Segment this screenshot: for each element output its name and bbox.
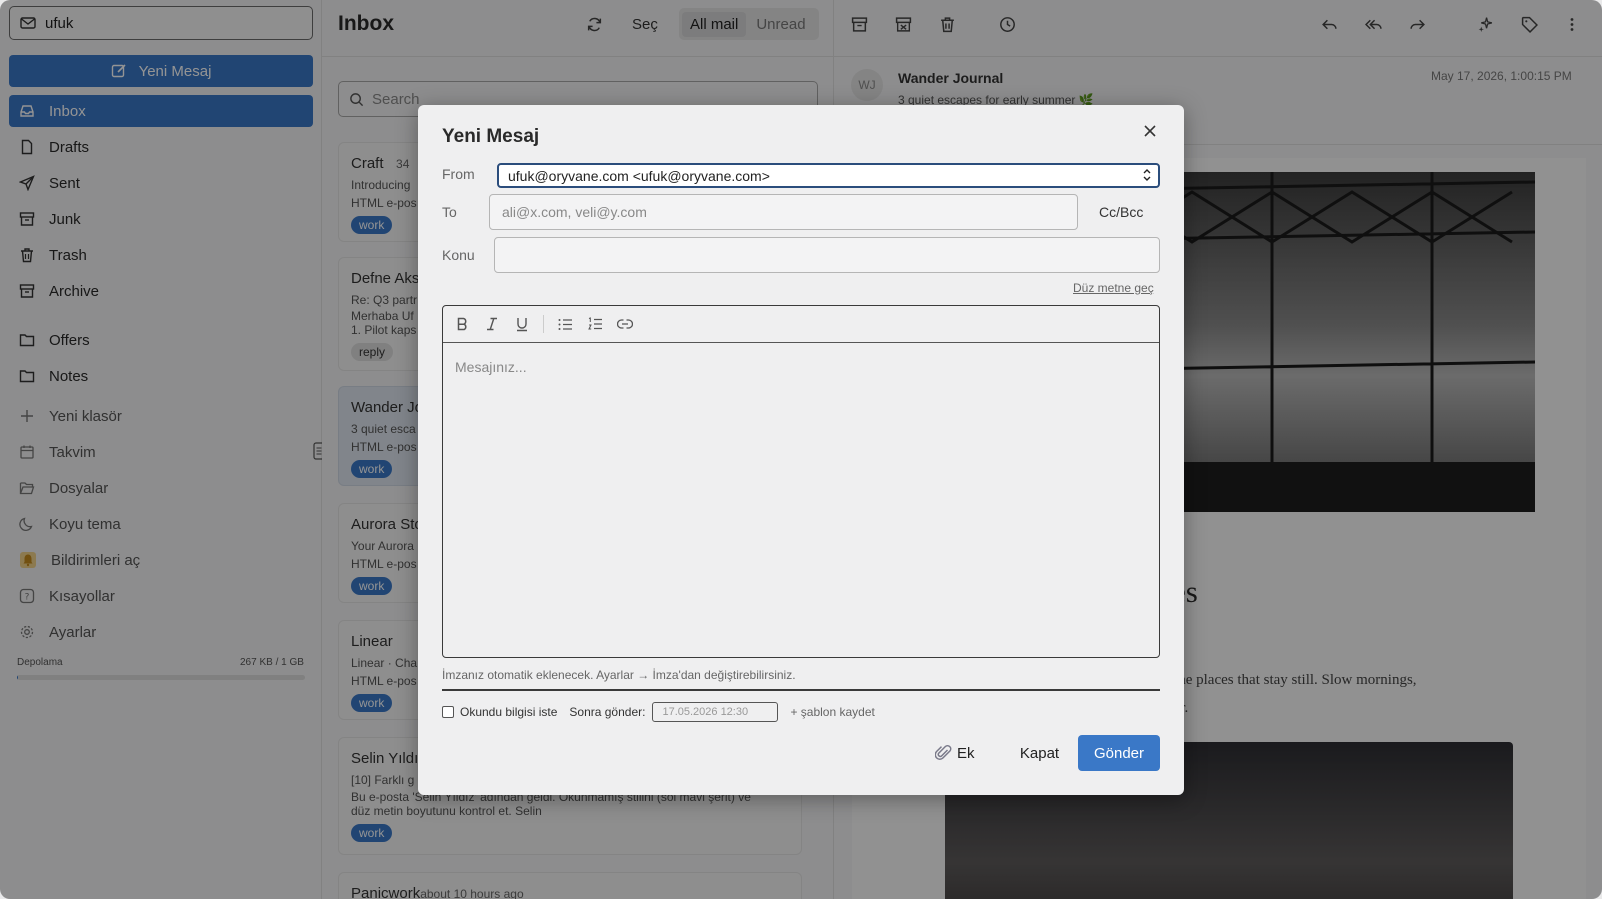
plain-text-toggle[interactable]: Düz metne geç bbox=[1073, 281, 1154, 295]
bold-button[interactable] bbox=[453, 315, 471, 333]
schedule-datetime-value: 17.05.2026 12:30 bbox=[662, 706, 749, 718]
underline-icon bbox=[517, 317, 527, 331]
editor-placeholder: Mesajınız... bbox=[455, 359, 527, 375]
close-icon bbox=[1144, 125, 1156, 137]
paperclip-icon bbox=[935, 744, 952, 760]
mail-app: ufuk Yeni Mesaj Inbox Drafts Sent Junk T… bbox=[0, 0, 1602, 899]
divider bbox=[442, 689, 1160, 691]
message-editor[interactable]: Mesajınız... bbox=[442, 305, 1160, 658]
italic-icon bbox=[487, 317, 497, 331]
close-button[interactable] bbox=[1140, 121, 1160, 141]
editor-toolbar bbox=[443, 306, 1159, 343]
to-placeholder: ali@x.com, veli@y.com bbox=[502, 204, 647, 220]
subject-label: Konu bbox=[442, 247, 475, 263]
send-options: Okundu bilgisi iste Sonra gönder: 17.05.… bbox=[442, 702, 875, 722]
save-template-button[interactable]: + şablon kaydet bbox=[790, 705, 874, 719]
bullet-list-icon bbox=[558, 318, 572, 330]
numbered-list-button[interactable] bbox=[586, 315, 604, 333]
toolbar-separator bbox=[543, 315, 544, 333]
attach-label: Ek bbox=[957, 744, 975, 762]
link-icon bbox=[617, 319, 633, 329]
read-receipt-checkbox[interactable] bbox=[442, 706, 454, 718]
subject-field[interactable] bbox=[494, 237, 1160, 273]
dialog-title: Yeni Mesaj bbox=[442, 126, 540, 147]
from-select[interactable]: ufuk@oryvane.com <ufuk@oryvane.com> bbox=[497, 163, 1160, 188]
from-select-value: ufuk@oryvane.com <ufuk@oryvane.com> bbox=[508, 167, 770, 184]
schedule-label: Sonra gönder: bbox=[569, 705, 646, 719]
attach-button[interactable]: Ek bbox=[935, 735, 975, 771]
bullet-list-button[interactable] bbox=[556, 315, 574, 333]
to-field[interactable]: ali@x.com, veli@y.com bbox=[489, 194, 1078, 230]
read-receipt-label: Okundu bilgisi iste bbox=[460, 705, 558, 719]
link-button[interactable] bbox=[616, 315, 634, 333]
from-label: From bbox=[442, 166, 475, 182]
compose-dialog: Yeni Mesaj From ufuk@oryvane.com <ufuk@o… bbox=[418, 105, 1184, 795]
cc-bcc-button[interactable]: Cc/Bcc bbox=[1099, 204, 1143, 220]
schedule-datetime-input[interactable]: 17.05.2026 12:30 bbox=[652, 702, 779, 722]
select-arrows-icon bbox=[1143, 169, 1151, 181]
signature-note: İmzanız otomatik eklenecek. Ayarlar → İm… bbox=[442, 668, 796, 682]
numbered-list-icon bbox=[587, 317, 602, 330]
bold-icon bbox=[457, 317, 466, 331]
send-button[interactable]: Gönder bbox=[1078, 735, 1160, 771]
close-dialog-button[interactable]: Kapat bbox=[1012, 735, 1067, 771]
underline-button[interactable] bbox=[513, 315, 531, 333]
to-label: To bbox=[442, 204, 457, 220]
italic-button[interactable] bbox=[483, 315, 501, 333]
